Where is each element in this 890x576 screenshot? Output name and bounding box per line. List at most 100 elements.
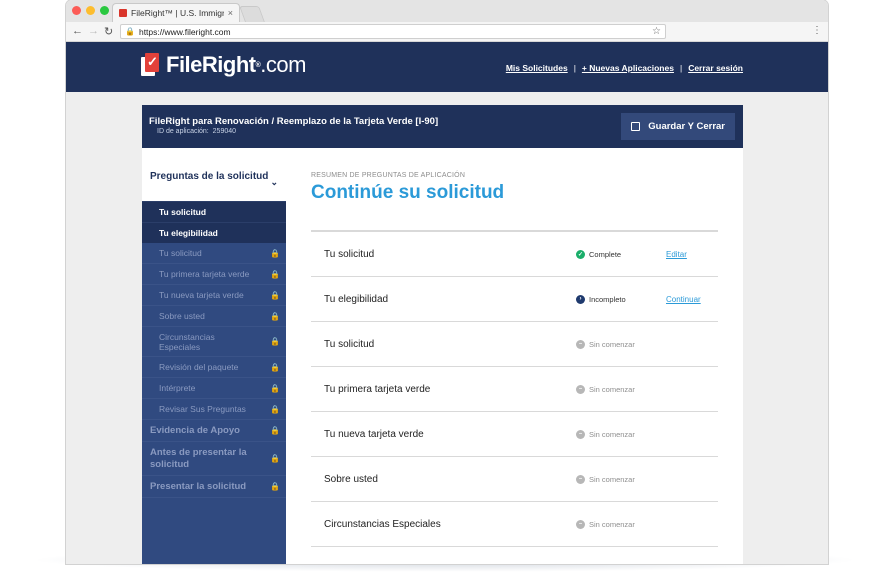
sidebar-section-questions[interactable]: Preguntas de la solicitud ⌄	[142, 148, 286, 201]
url-field[interactable]: 🔒 https://www.fileright.com ☆	[120, 24, 666, 39]
sidebar-section-label: Evidencia de Apoyo	[150, 425, 240, 436]
site-header: ✓ FileRight ® .com Mis Solicitudes | + Nue…	[66, 42, 828, 92]
save-and-close-label: Guardar Y Cerrar	[648, 121, 725, 132]
row-label: Tu primera tarjeta verde	[324, 383, 431, 395]
sidebar-section-locked: Evidencia de Apoyo 🔒	[142, 420, 286, 442]
sidebar-item-label: Tu solicitud	[159, 248, 202, 258]
window-controls	[72, 6, 109, 15]
list-item: Tu elegibilidad › Incompleto Continuar	[311, 277, 718, 322]
logo-domain: .com	[260, 52, 306, 77]
status-text: Sin comenzar	[589, 339, 635, 349]
status-text: Sin comenzar	[589, 384, 635, 394]
logo-text: FileRight	[166, 52, 256, 77]
row-label: Tu elegibilidad	[324, 293, 389, 305]
row-label: Tu solicitud	[324, 248, 375, 260]
status-text: Incompleto	[589, 294, 626, 304]
sidebar-item-label: Tu nueva tarjeta verde	[159, 290, 244, 300]
sidebar-item-label: Intérprete	[159, 383, 196, 393]
fileright-logo[interactable]: ✓ FileRight ® .com	[141, 52, 306, 78]
sidebar-item-locked: Tu solicitud 🔒	[142, 243, 286, 264]
edit-link[interactable]: Editar	[666, 250, 687, 259]
new-tab-button[interactable]	[239, 6, 265, 22]
lock-icon: 🔒	[270, 269, 280, 279]
lock-icon: 🔒	[270, 311, 280, 321]
row-label: Tu solicitud	[324, 338, 375, 350]
application-panel: FileRight para Renovación / Reemplazo de…	[142, 105, 743, 564]
tab-title: FileRight™ | U.S. Immigration	[131, 8, 224, 18]
lock-icon: 🔒	[270, 453, 280, 463]
nav-separator: |	[679, 63, 683, 73]
lock-icon: 🔒	[270, 404, 280, 414]
sidebar-item-locked: Intérprete 🔒	[142, 378, 286, 399]
nav-separator: |	[573, 63, 576, 73]
browser-window: FileRight™ | U.S. Immigration × ← → ↻ 🔒 …	[66, 0, 828, 564]
status-badge: – Sin comenzar	[576, 384, 635, 394]
sidebar-item-locked: Tu nueva tarjeta verde 🔒	[142, 285, 286, 306]
list-item: Tu primera tarjeta verde – Sin comenzar	[311, 367, 718, 412]
sidebar-item-label: Tu primera tarjeta verde	[159, 269, 250, 279]
status-badge: ✓ Complete	[576, 249, 621, 259]
lock-icon: 🔒	[270, 290, 280, 300]
status-badge: – Sin comenzar	[576, 519, 635, 529]
maximize-window-button[interactable]	[100, 6, 109, 15]
page-body: FileRight para Renovación / Reemplazo de…	[66, 92, 828, 564]
status-text: Sin comenzar	[589, 429, 635, 439]
bookmark-star-icon[interactable]: ☆	[652, 26, 661, 37]
sidebar-item-eligibility[interactable]: Tu elegibilidad	[142, 222, 286, 243]
lock-icon: 🔒	[270, 362, 280, 372]
my-applications-link[interactable]: Mis Solicitudes	[506, 63, 568, 73]
back-arrow-icon[interactable]: ←	[72, 25, 83, 37]
top-navigation: Mis Solicitudes | + Nuevas Aplicaciones …	[506, 63, 743, 73]
lock-icon: 🔒	[270, 482, 280, 491]
new-applications-link[interactable]: + Nuevas Aplicaciones	[582, 63, 674, 73]
lock-icon: 🔒	[270, 248, 280, 258]
arrow-circle-icon: ›	[576, 294, 585, 304]
application-id-value: 259040	[212, 128, 237, 135]
sidebar-item-label: Sobre usted	[159, 311, 205, 321]
tab-close-icon[interactable]: ×	[228, 8, 233, 18]
list-item: Circunstancias Especiales – Sin comenzar	[311, 502, 718, 547]
sidebar: Preguntas de la solicitud ⌄ Tu solicitud…	[142, 148, 286, 564]
row-label: Circunstancias Especiales	[324, 518, 441, 530]
application-id: ID de aplicación: 259040	[157, 128, 236, 135]
list-item: Tu solicitud ✓ Complete Editar	[311, 232, 718, 277]
status-badge: – Sin comenzar	[576, 429, 635, 439]
sidebar-item-label: Revisar Sus Preguntas	[159, 404, 246, 414]
lock-icon: 🔒	[270, 426, 280, 435]
minus-circle-icon: –	[576, 429, 585, 439]
lock-icon: 🔒	[125, 27, 135, 36]
main-content: RESUMEN DE PREGUNTAS DE APLICACIÓN Conti…	[311, 172, 718, 547]
application-header: FileRight para Renovación / Reemplazo de…	[142, 105, 743, 148]
logout-link[interactable]: Cerrar sesión	[688, 63, 743, 73]
sidebar-item-locked: Revisar Sus Preguntas 🔒	[142, 399, 286, 420]
minus-circle-icon: –	[576, 339, 585, 349]
continue-link[interactable]: Continuar	[666, 295, 701, 304]
close-window-button[interactable]	[72, 6, 81, 15]
address-bar: ← → ↻ 🔒 https://www.fileright.com ☆ ⋮	[66, 22, 828, 42]
list-item: Tu solicitud – Sin comenzar	[311, 322, 718, 367]
row-label: Tu nueva tarjeta verde	[324, 428, 424, 440]
forward-arrow-icon[interactable]: →	[88, 25, 99, 37]
save-and-close-button[interactable]: Guardar Y Cerrar	[621, 113, 735, 140]
browser-menu-icon[interactable]: ⋮	[812, 25, 822, 36]
sidebar-item-your-application[interactable]: Tu solicitud	[142, 201, 286, 222]
status-badge: – Sin comenzar	[576, 474, 635, 484]
browser-tab[interactable]: FileRight™ | U.S. Immigration ×	[112, 3, 240, 22]
sidebar-item-label: Circunstancias Especiales	[159, 331, 215, 352]
status-badge: › Incompleto	[576, 294, 626, 304]
sidebar-item-label: Revisión del paquete	[159, 362, 239, 372]
sidebar-item-locked: Sobre usted 🔒	[142, 306, 286, 327]
reload-icon[interactable]: ↻	[104, 25, 113, 38]
status-badge: – Sin comenzar	[576, 339, 635, 349]
list-item: Sobre usted – Sin comenzar	[311, 457, 718, 502]
status-text: Sin comenzar	[589, 474, 635, 484]
lock-icon: 🔒	[270, 383, 280, 393]
sidebar-item-locked: Tu primera tarjeta verde 🔒	[142, 264, 286, 285]
chevron-down-icon: ⌄	[270, 177, 278, 187]
sidebar-section-label: Preguntas de la solicitud	[150, 171, 269, 182]
sidebar-item-locked: Revisión del paquete 🔒	[142, 357, 286, 378]
list-item: Tu nueva tarjeta verde – Sin comenzar	[311, 412, 718, 457]
minimize-window-button[interactable]	[86, 6, 95, 15]
sidebar-section-locked: Presentar la solicitud 🔒	[142, 476, 286, 498]
sidebar-section-label: Presentar la solicitud	[150, 481, 247, 492]
